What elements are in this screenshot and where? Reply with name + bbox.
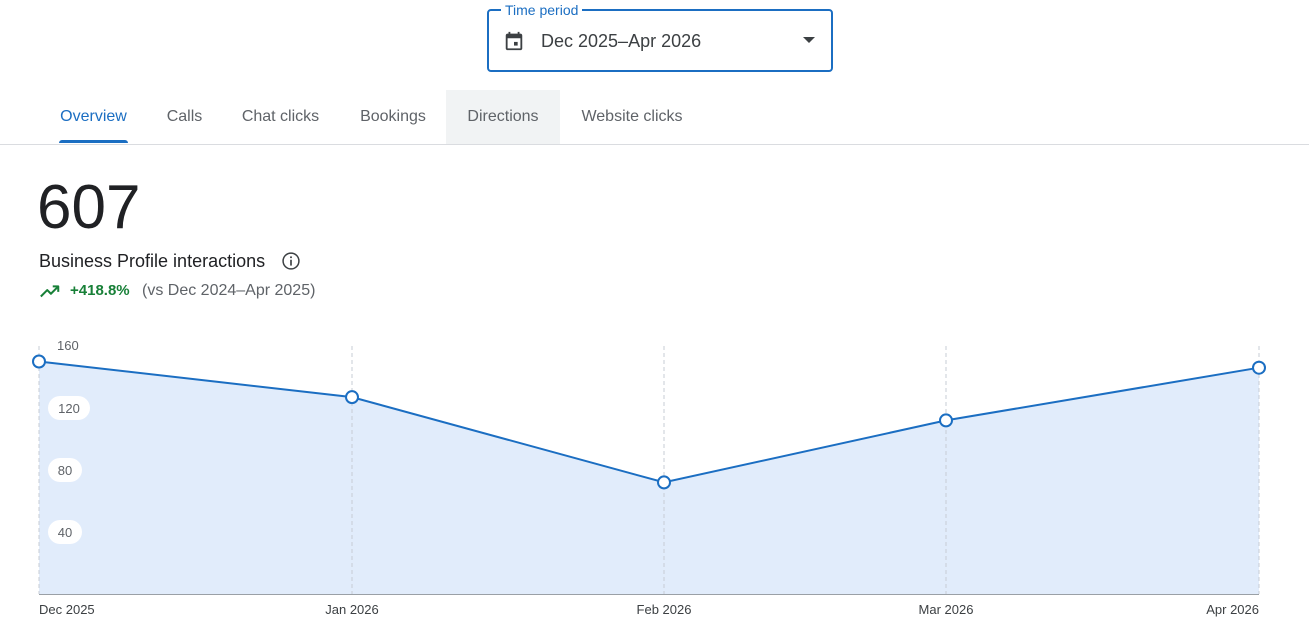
x-tick-label: Feb 2026 [637, 602, 692, 617]
calendar-icon [505, 31, 523, 51]
tab-overview[interactable]: Overview [40, 90, 147, 144]
y-tick-label: 160 [57, 338, 79, 353]
data-point [657, 475, 671, 490]
interactions-chart: 40 80 120 160 Dec 2025 Jan 2026 Feb 2026 Mar 20… [32, 338, 1266, 617]
active-tab-indicator [59, 140, 128, 143]
metric-label: Business Profile interactions [39, 251, 266, 271]
comparison-period: (vs Dec 2024–Apr 2025) [142, 282, 316, 299]
tab-directions[interactable]: Directions [446, 90, 560, 144]
tab-label: Bookings [360, 108, 426, 125]
caret-down-icon [803, 37, 815, 43]
info-icon[interactable] [281, 251, 301, 271]
y-tick-label: 80 [58, 463, 72, 478]
tab-label: Calls [166, 108, 203, 125]
time-period-label: Time period [501, 1, 583, 19]
time-period-value: Dec 2025–Apr 2026 [541, 31, 702, 51]
tab-website-clicks[interactable]: Website clicks [561, 90, 703, 144]
data-point [32, 354, 46, 369]
y-tick-label: 40 [58, 525, 72, 540]
total-interactions-value: 607 [37, 173, 141, 242]
data-point [939, 413, 953, 428]
data-point [1252, 360, 1266, 375]
tab-calls[interactable]: Calls [148, 90, 221, 144]
trending-up-icon [40, 285, 60, 298]
y-tick-label: 120 [58, 401, 80, 416]
change-percentage: +418.8% [70, 282, 130, 299]
tab-label: Directions [467, 108, 539, 125]
x-tick-label: Mar 2026 [919, 602, 974, 617]
tab-label: Chat clicks [241, 108, 320, 125]
tab-label: Overview [60, 108, 127, 125]
time-period-select[interactable]: Time period Dec 2025–Apr 2026 [487, 1, 833, 72]
data-point [345, 390, 359, 405]
x-tick-label: Jan 2026 [325, 602, 379, 617]
metric-tabs: Overview Calls Chat clicks Bookings Dire… [0, 90, 1309, 145]
x-tick-label: Apr 2026 [1206, 602, 1259, 617]
x-tick-label: Dec 2025 [39, 602, 95, 617]
tab-chat-clicks[interactable]: Chat clicks [222, 90, 339, 144]
tab-label: Website clicks [581, 108, 683, 125]
tab-bookings[interactable]: Bookings [340, 90, 446, 144]
